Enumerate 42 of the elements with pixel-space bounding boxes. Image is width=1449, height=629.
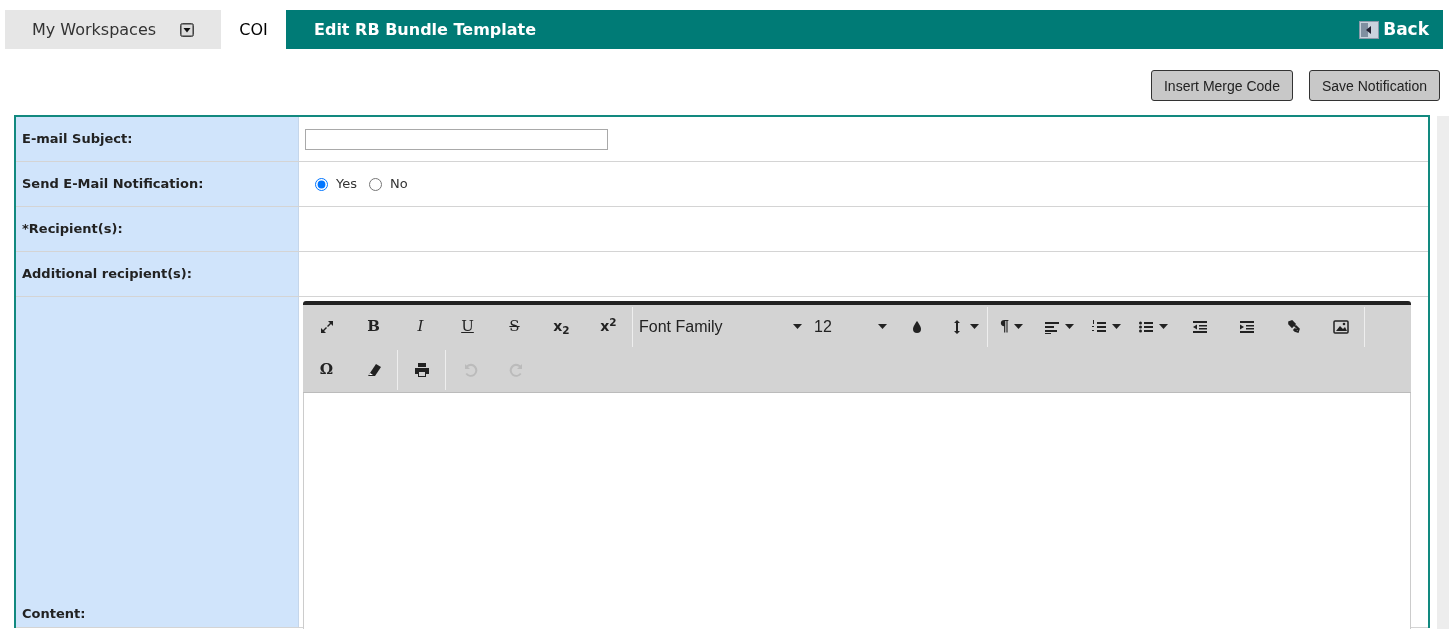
caret-icon (1111, 324, 1121, 329)
outdent-icon (1191, 318, 1208, 335)
eraser-icon (365, 361, 382, 378)
numbered-list-icon (1090, 318, 1107, 335)
field-label: E-mail Subject: (16, 117, 299, 161)
toolbar-button[interactable]: x$^{2}$ (585, 306, 632, 347)
field-label: Send E-Mail Notification: (16, 162, 299, 206)
caret-icon (1158, 324, 1168, 329)
page-title: Edit RB Bundle Template (314, 18, 537, 41)
dropdown[interactable]: 12 (808, 306, 893, 347)
toolbar-button[interactable]: Ω (303, 349, 350, 390)
indent-icon (1238, 318, 1255, 335)
back-link[interactable]: Back (1359, 16, 1429, 43)
subject-field[interactable] (305, 128, 608, 150)
dropdown[interactable]: Font Family (633, 306, 808, 347)
printer-icon (413, 361, 430, 378)
field-label: Additional recipient(s): (16, 252, 299, 296)
toolbar-button[interactable]: S (491, 306, 538, 347)
radio-button[interactable] (369, 177, 382, 191)
action-button[interactable]: Insert Merge Code (1151, 70, 1293, 101)
toolbar-button[interactable]: U (444, 306, 491, 347)
radio-button[interactable] (315, 177, 328, 191)
dropdown-icon (180, 22, 195, 37)
toolbar-button[interactable]: B (350, 306, 397, 347)
action-button[interactable]: Save Notification (1308, 70, 1440, 101)
toolbar-button[interactable]: I (397, 306, 444, 347)
caret-icon (878, 324, 887, 329)
image-icon (1332, 318, 1349, 335)
caret-icon (1064, 324, 1074, 329)
toolbar-button[interactable]: ¶ (988, 306, 1035, 347)
field-label: Content: (16, 297, 299, 627)
option-label: Yes (336, 175, 357, 194)
workspaces-tab[interactable]: My Workspaces (5, 10, 221, 49)
field-label: *Recipient(s): (16, 207, 299, 251)
expand-icon (318, 318, 335, 335)
option-label: No (390, 175, 408, 194)
link-icon (1285, 318, 1302, 335)
caret-icon (793, 324, 802, 329)
caret-icon (969, 324, 979, 329)
caret-icon (1014, 324, 1024, 329)
toolbar-button[interactable]: x$_{2}$ (538, 306, 585, 347)
redo-icon (508, 361, 525, 378)
